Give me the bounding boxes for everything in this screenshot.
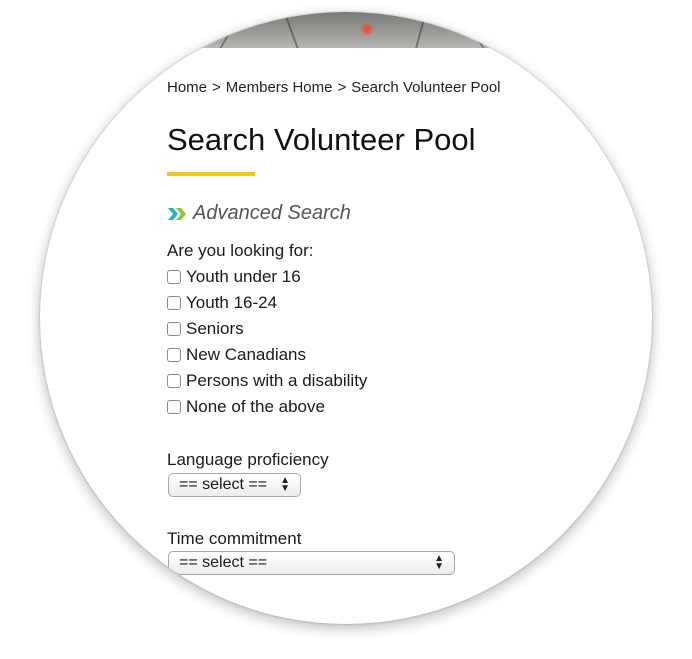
language-proficiency-label: Language proficiency [167, 450, 329, 469]
option-youth-under-16[interactable]: Youth under 16 [167, 264, 367, 290]
breadcrumb-current: Search Volunteer Pool [351, 79, 501, 96]
option-label: New Canadians [186, 345, 307, 364]
checkbox[interactable] [167, 374, 181, 388]
checkbox[interactable] [167, 322, 181, 336]
option-seniors[interactable]: Seniors [167, 316, 367, 342]
option-label: Youth 16-24 [186, 293, 278, 312]
option-youth-16-24[interactable]: Youth 16-24 [167, 290, 367, 316]
looking-for-options: Youth under 16 Youth 16-24 Seniors New C… [167, 264, 367, 420]
checkbox[interactable] [167, 400, 181, 414]
looking-for-question: Are you looking for: [167, 241, 314, 260]
option-persons-with-disability[interactable]: Persons with a disability [167, 368, 367, 394]
breadcrumb-separator: > [337, 79, 347, 96]
language-proficiency-select[interactable]: == select == ▲ ▼ [168, 473, 301, 497]
option-new-canadians[interactable]: New Canadians [167, 342, 367, 368]
option-none-of-the-above[interactable]: None of the above [167, 394, 367, 420]
advanced-search-heading: Advanced Search [167, 202, 351, 225]
select-value: == select == [179, 554, 268, 571]
option-label: Persons with a disability [186, 371, 368, 390]
time-commitment-select[interactable]: == select == ▲ ▼ [168, 551, 455, 575]
select-arrows-icon: ▲ ▼ [280, 475, 290, 494]
title-underline [167, 172, 255, 176]
select-arrows-icon: ▲ ▼ [434, 553, 444, 572]
checkbox[interactable] [167, 348, 181, 362]
checkbox[interactable] [167, 296, 181, 310]
breadcrumb-members-home[interactable]: Members Home [226, 79, 333, 96]
advanced-search-label: Advanced Search [193, 202, 351, 224]
header-banner-image [40, 12, 652, 48]
option-label: Youth under 16 [186, 267, 301, 286]
select-value: == select == [179, 476, 268, 493]
double-chevron-right-icon [168, 207, 186, 220]
breadcrumb: Home > Members Home > Search Volunteer Pool [167, 79, 501, 96]
page-title: Search Volunteer Pool [167, 122, 476, 157]
option-label: Seniors [186, 319, 244, 338]
circular-viewport: Home > Members Home > Search Volunteer Pool … [40, 12, 652, 624]
breadcrumb-separator: > [212, 79, 221, 96]
checkbox[interactable] [167, 270, 181, 284]
time-commitment-label: Time commitment [167, 529, 302, 548]
breadcrumb-home[interactable]: Home [167, 79, 207, 96]
option-label: None of the above [186, 397, 325, 416]
